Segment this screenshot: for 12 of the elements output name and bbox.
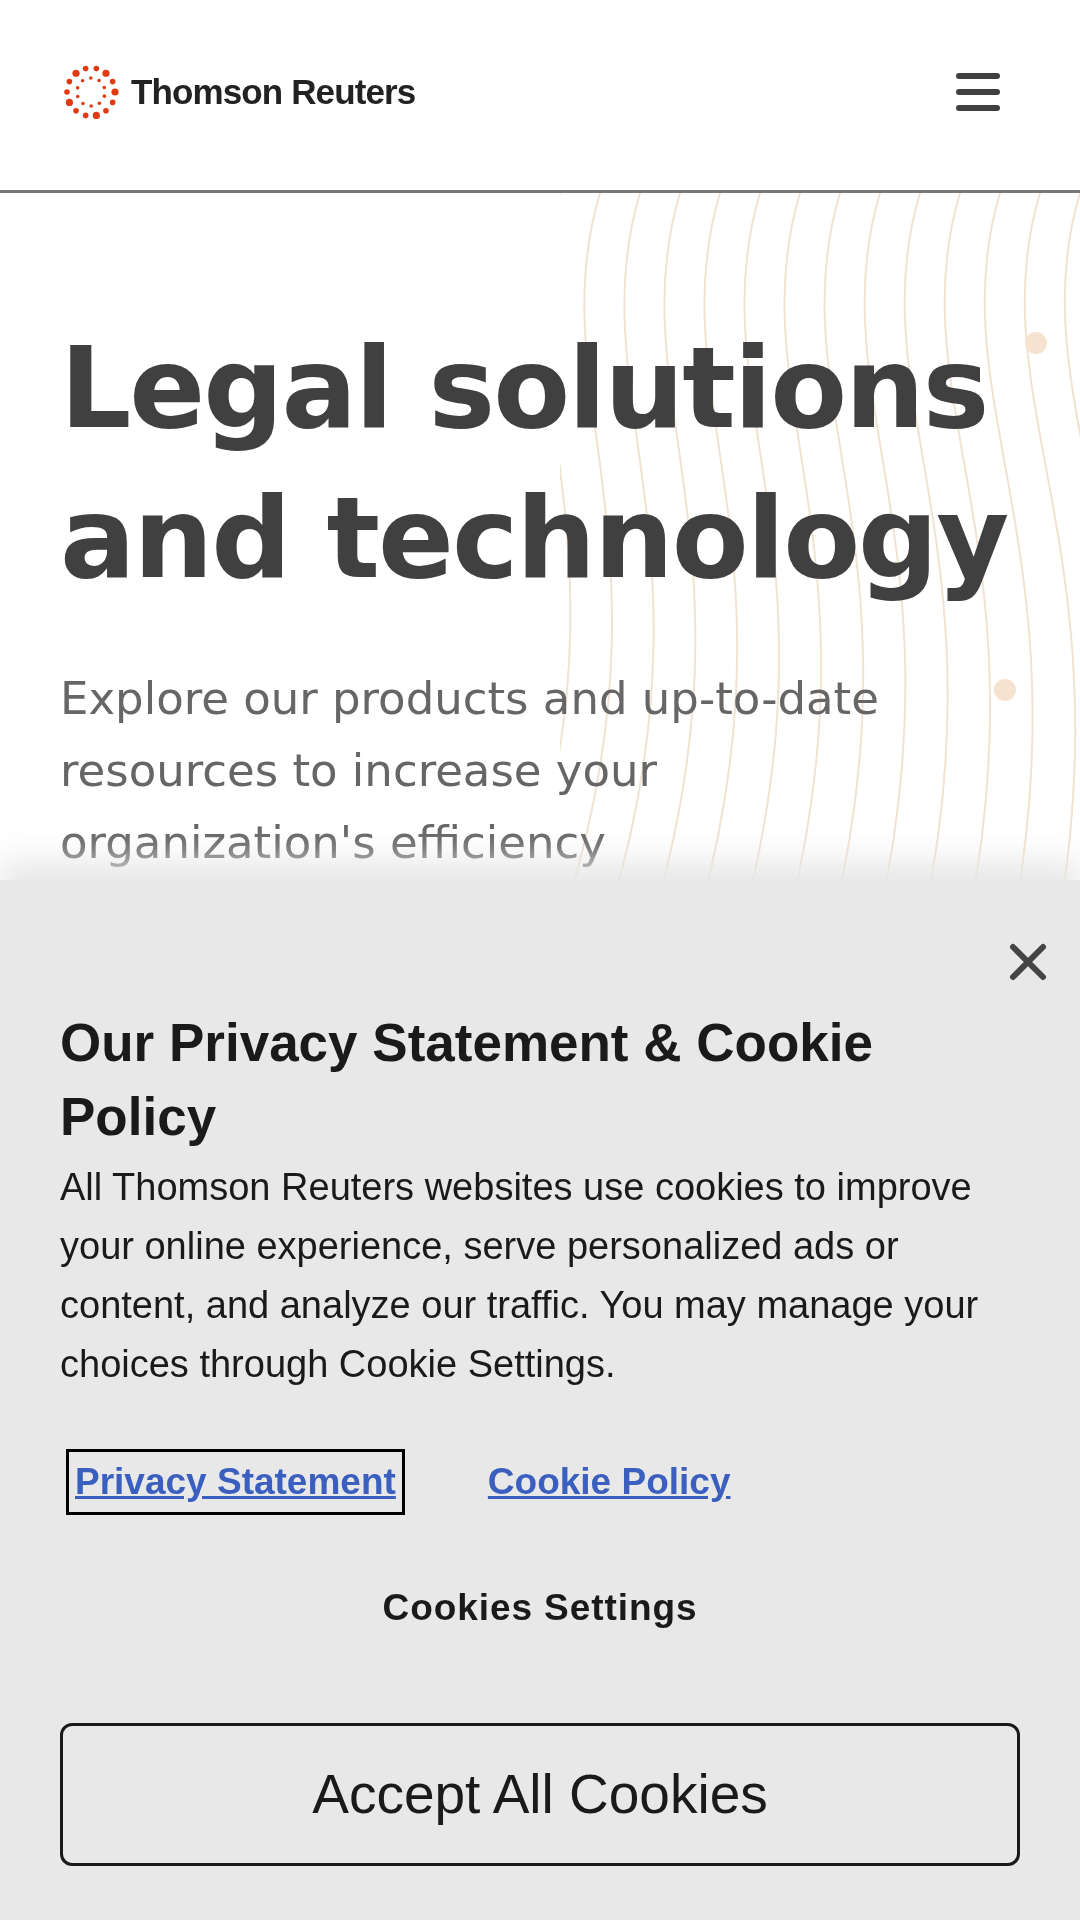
policy-link[interactable]: Privacy Statement — [69, 1452, 402, 1512]
menu-button[interactable] — [956, 73, 1000, 111]
close-icon — [1009, 943, 1047, 981]
logo-text: Thomson Reuters — [131, 70, 416, 113]
cookies-settings-button[interactable]: Cookies Settings — [382, 1579, 698, 1635]
banner-title: Our Privacy Statement & Cookie Policy — [60, 1012, 874, 1148]
hero-subtitle: Explore our products and up-to-date resources to increase your organization's efficiency — [60, 671, 880, 871]
policy-link[interactable]: Cookie Policy — [481, 1452, 737, 1512]
accept-cookies-button[interactable]: Accept All Cookies — [60, 1723, 1020, 1866]
banner-body: All Thomson Reuters websites use cookies to improve your online experience, serve personalized ads or content, and analyze our traffic. You may manage your choices through Cookie Settings. — [60, 1165, 980, 1387]
logo-icon — [63, 64, 119, 120]
hero-title: Legal solutions and technology — [60, 322, 1009, 605]
